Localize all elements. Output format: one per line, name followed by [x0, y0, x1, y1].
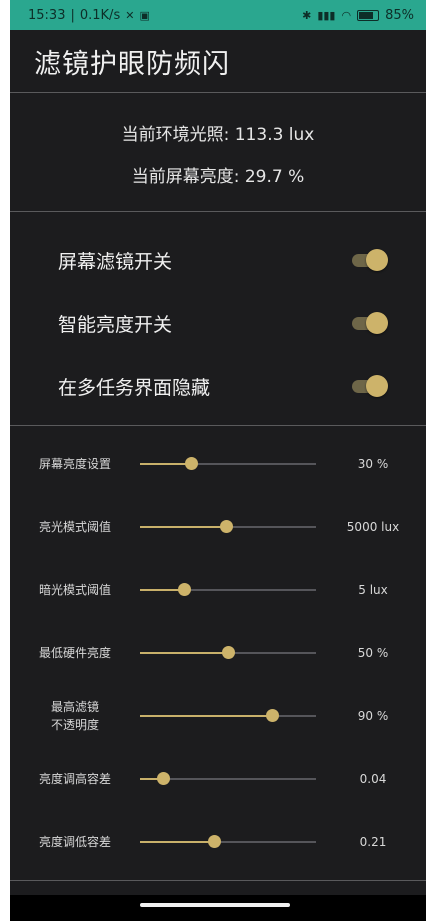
slider-thumb[interactable] [178, 583, 191, 596]
slider-value: 0.04 [359, 772, 387, 786]
network-speed: 0.1K/s [79, 7, 121, 23]
slider-value: 5000 lux [346, 520, 400, 534]
slider-label: 亮度调低容差 [38, 835, 111, 849]
slider-thumb[interactable] [266, 709, 279, 722]
battery-icon [357, 9, 380, 21]
page-title: 滤镜护眼防频闪 [34, 48, 230, 80]
slider-fill [140, 652, 228, 654]
toggle-label: 屏幕滤镜开关 [58, 250, 173, 273]
slider-fill [140, 463, 192, 465]
slider-thumb[interactable] [207, 835, 221, 848]
slider-fill [140, 841, 214, 843]
ambient-light-readout: 当前环境光照: 113.3 lux [121, 125, 315, 145]
slider-row: 亮光模式阈值 5000 lux [10, 509, 426, 545]
screen-brightness-readout: 当前屏幕亮度: 29.7 % [131, 167, 305, 187]
slider-thumb[interactable] [222, 646, 235, 659]
slider-track[interactable] [140, 835, 316, 848]
hide-in-recents-switch[interactable] [352, 375, 388, 397]
slider-row: 亮度调高容差 0.04 [10, 761, 426, 797]
slider-row: 亮度调低容差 0.21 [10, 824, 426, 860]
toggle-row-smart-brightness[interactable]: 智能亮度开关 [10, 303, 426, 343]
slider-label: 亮度调高容差 [38, 772, 111, 786]
divider [10, 880, 426, 881]
slider-track[interactable] [140, 457, 316, 470]
toggle-label: 在多任务界面隐藏 [58, 376, 211, 399]
smart-brightness-switch[interactable] [352, 312, 388, 334]
slider-label: 最高滤镜 不透明度 [50, 700, 99, 732]
navigation-bar [10, 895, 426, 921]
divider [10, 92, 426, 93]
mute-icon: ✕ [125, 8, 135, 22]
slider-track[interactable] [140, 646, 316, 659]
signal-icon: ▮▮▮ [317, 8, 336, 22]
status-time: 15:33 [28, 7, 66, 23]
battery-percent: 85% [385, 7, 414, 23]
slider-track[interactable] [140, 709, 316, 722]
slider-row: 最低硬件亮度 50 % [10, 635, 426, 671]
slider-thumb[interactable] [156, 772, 170, 785]
toggle-row-filter[interactable]: 屏幕滤镜开关 [10, 240, 426, 280]
slider-value: 50 % [357, 646, 389, 660]
divider [10, 425, 426, 426]
app-screen: 15:33 | 0.1K/s ✕ ▣ ✱ ▮▮▮ ◠ 85% 滤镜护眼防频闪 当… [10, 0, 426, 921]
toggle-row-hide-in-recents[interactable]: 在多任务界面隐藏 [10, 366, 426, 406]
slider-label: 暗光模式阈值 [38, 583, 111, 597]
slider-value: 0.21 [359, 835, 387, 849]
slider-value: 90 % [357, 709, 389, 723]
slider-track[interactable] [140, 520, 316, 533]
divider [10, 211, 426, 212]
home-gesture-handle[interactable] [140, 903, 290, 907]
slider-value: 5 lux [358, 583, 388, 597]
slider-label: 最低硬件亮度 [38, 646, 111, 660]
status-bar: 15:33 | 0.1K/s ✕ ▣ ✱ ▮▮▮ ◠ 85% [10, 0, 426, 30]
slider-thumb[interactable] [220, 520, 234, 533]
slider-track[interactable] [140, 583, 316, 596]
screen-filter-switch[interactable] [352, 249, 388, 271]
bluetooth-icon: ✱ [302, 8, 312, 22]
slider-fill [140, 715, 272, 717]
slider-label: 亮光模式阈值 [38, 520, 111, 534]
wifi-icon: ◠ [341, 8, 352, 22]
app-notification-icon: ▣ [139, 8, 150, 22]
slider-label: 屏幕亮度设置 [38, 457, 111, 471]
slider-thumb[interactable] [185, 457, 199, 470]
slider-row: 最高滤镜 不透明度 90 % [10, 698, 426, 734]
slider-fill [140, 526, 227, 528]
slider-row: 暗光模式阈值 5 lux [10, 572, 426, 608]
slider-row: 屏幕亮度设置 30 % [10, 446, 426, 482]
slider-track[interactable] [140, 772, 316, 785]
toggle-label: 智能亮度开关 [58, 313, 173, 336]
slider-value: 30 % [357, 457, 389, 471]
